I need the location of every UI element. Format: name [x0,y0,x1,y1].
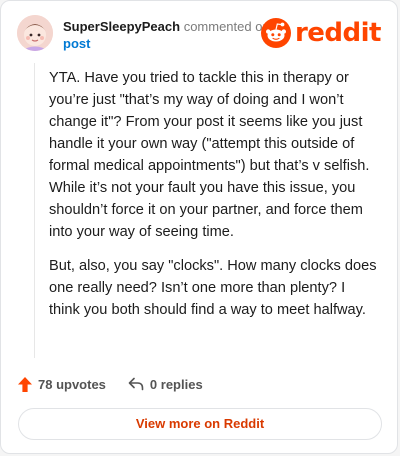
embedded-comment-card: SuperSleepyPeach commented on post reddi… [0,0,398,454]
reddit-snoo-icon [260,18,291,48]
reply-arrow-icon [128,377,144,391]
comment-paragraph: YTA. Have you tried to tackle this in th… [49,70,370,240]
username-link[interactable]: SuperSleepyPeach [63,19,180,34]
thread-line [34,63,35,358]
comment-body: YTA. Have you tried to tackle this in th… [49,67,379,333]
comment-header: SuperSleepyPeach commented on post reddi… [17,15,382,55]
commented-on-text: commented on [183,19,270,34]
avatar[interactable] [17,15,53,51]
comment-paragraph: But, also, you say "clocks". How many cl… [49,258,377,318]
comment-byline: SuperSleepyPeach commented on post [63,18,273,52]
view-more-button[interactable]: View more on Reddit [18,408,382,440]
reddit-wordmark: reddit [294,18,382,48]
upvotes-count: 78 upvotes [38,376,106,392]
replies-count: 0 replies [149,376,203,392]
comment-footer: 78 upvotes 0 replies [18,373,203,395]
reddit-logo[interactable]: reddit [260,17,382,49]
upvotes-stat[interactable]: 78 upvotes [18,376,106,392]
replies-stat[interactable]: 0 replies [128,377,203,392]
upvote-arrow-icon [18,376,32,392]
post-link[interactable]: post [63,36,90,51]
